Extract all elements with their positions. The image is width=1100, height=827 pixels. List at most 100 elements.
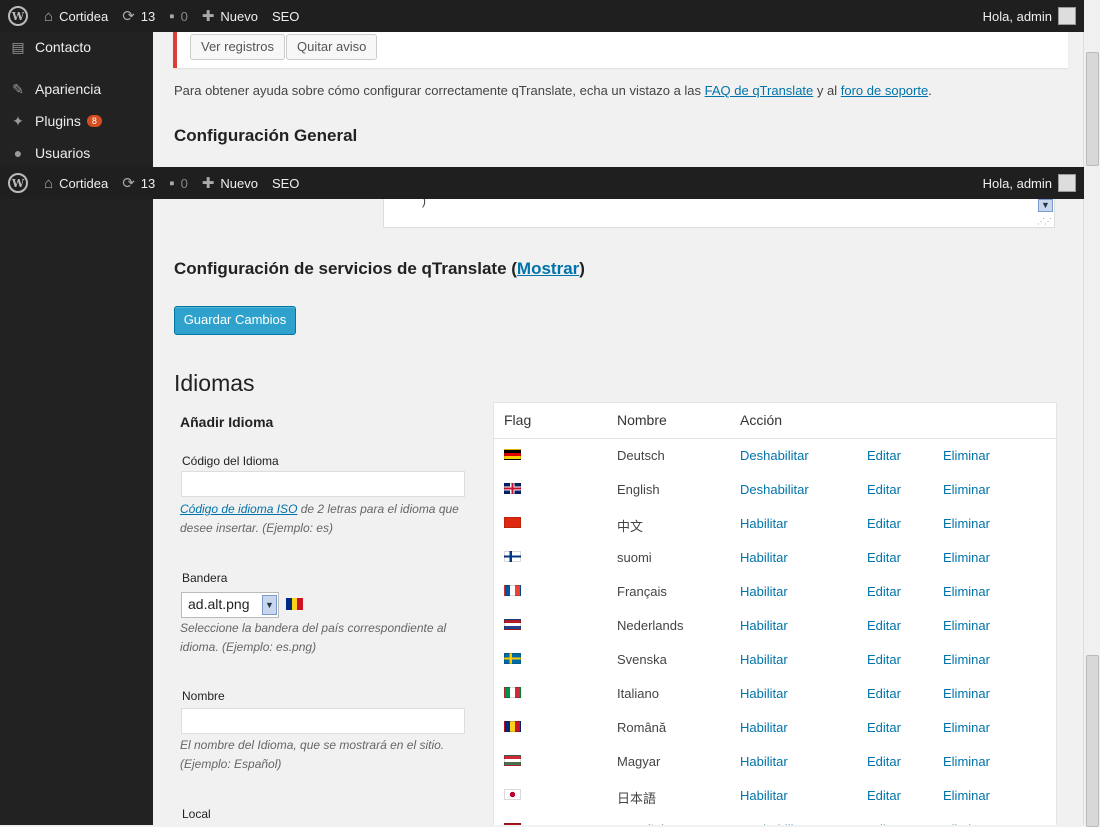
sidebar-item-label: Plugins: [35, 113, 81, 129]
toggle-language-link[interactable]: Habilitar: [740, 652, 788, 667]
languages-table: Flag Nombre Acción Deutsch Deshabilitar Ed…: [493, 402, 1057, 825]
scrollbar-top[interactable]: [1083, 0, 1100, 167]
delete-language-link[interactable]: Eliminar: [943, 618, 990, 633]
faq-link[interactable]: FAQ de qTranslate: [705, 83, 814, 98]
sidebar-item-contacto[interactable]: ▤ Contacto: [0, 31, 153, 63]
scroll-thumb[interactable]: [1086, 655, 1099, 827]
seo-link[interactable]: SEO: [272, 0, 299, 32]
edit-language-link[interactable]: Editar: [867, 754, 901, 769]
scrollbar-bottom[interactable]: [1083, 167, 1100, 827]
my-account[interactable]: Hola, admin: [983, 174, 1076, 192]
site-name-link[interactable]: ⌂ Cortidea: [44, 167, 108, 199]
delete-language-link[interactable]: Eliminar: [943, 550, 990, 565]
admin-sidebar-bottom: [0, 199, 153, 825]
resize-grip-icon[interactable]: ⋰⋰: [1037, 217, 1052, 226]
table-body: Deutsch Deshabilitar Editar Eliminar English…: [494, 439, 1056, 825]
sidebar-item-label: Usuarios: [35, 145, 91, 161]
language-name: Français: [617, 584, 667, 599]
flag-icon: [504, 755, 521, 766]
new-content-link[interactable]: ✚ Nuevo: [202, 0, 258, 32]
seo-link[interactable]: SEO: [272, 167, 299, 199]
new-content-link[interactable]: ✚ Nuevo: [202, 167, 258, 199]
iso-code-link[interactable]: Código de idioma ISO: [180, 502, 297, 516]
language-code-input[interactable]: [181, 471, 465, 497]
comments-icon: ▪: [169, 7, 175, 25]
sidebar-item-label: Contacto: [35, 39, 92, 55]
sidebar-item-apariencia[interactable]: ✎ Apariencia: [0, 73, 153, 105]
plus-icon: ✚: [201, 175, 215, 192]
edit-language-link[interactable]: Editar: [867, 448, 901, 463]
help-text: Para obtener ayuda sobre cómo configurar…: [174, 83, 932, 98]
toggle-language-link[interactable]: Habilitar: [740, 584, 788, 599]
delete-language-link[interactable]: Eliminar: [943, 482, 990, 497]
admin-bar-top: W ⌂ Cortidea ⟳ 13 ▪ 0 ✚ Nuevo SEO Hola, admi…: [0, 0, 1084, 32]
language-name: English: [617, 482, 660, 497]
toggle-language-link[interactable]: Habilitar: [740, 720, 788, 735]
edit-language-link[interactable]: Editar: [867, 686, 901, 701]
main-content: ) ▼ ⋰⋰ Configuración de servicios de qTr…: [153, 199, 1084, 825]
admin-bar-bottom: W ⌂ Cortidea ⟳ 13 ▪ 0 ✚ Nuevo SEO Hola, admi…: [0, 167, 1084, 199]
wordpress-logo-icon[interactable]: W: [8, 6, 28, 26]
col-flag: Flag: [504, 412, 532, 428]
language-name-input[interactable]: [181, 708, 465, 734]
plus-icon: ✚: [201, 8, 215, 25]
support-forum-link[interactable]: foro de soporte: [841, 83, 928, 98]
toggle-language-link[interactable]: Habilitar: [740, 686, 788, 701]
flag-preview-icon: [286, 598, 304, 610]
flag-icon: [504, 517, 521, 528]
language-name: Italiano: [617, 686, 659, 701]
language-name: Magyar: [617, 754, 661, 769]
edit-language-link[interactable]: Editar: [867, 788, 901, 803]
delete-language-link[interactable]: Eliminar: [943, 686, 990, 701]
sidebar-item-plugins[interactable]: ✦ Plugins 8: [0, 105, 153, 137]
update-count-badge: 8: [86, 115, 102, 127]
wordpress-logo-icon[interactable]: W: [8, 173, 28, 193]
delete-language-link[interactable]: Eliminar: [943, 788, 990, 803]
edit-language-link[interactable]: Editar: [867, 618, 901, 633]
updates-link[interactable]: ⟳ 13: [122, 0, 155, 32]
delete-language-link[interactable]: Eliminar: [943, 720, 990, 735]
flag-select[interactable]: ad.alt.png ▼: [181, 592, 279, 618]
edit-language-link[interactable]: Editar: [867, 584, 901, 599]
scroll-down-icon[interactable]: ▼: [1038, 199, 1053, 212]
flag-icon: [504, 789, 521, 800]
toggle-language-link[interactable]: Habilitar: [740, 550, 788, 565]
edit-language-link[interactable]: Editar: [867, 720, 901, 735]
sidebar-item-label: Apariencia: [35, 81, 102, 97]
toggle-language-link[interactable]: Habilitar: [740, 754, 788, 769]
site-name-link[interactable]: ⌂ Cortidea: [44, 0, 108, 32]
sidebar-menu: ▤ Contacto ✎ Apariencia ✦ Plugins 8 ● Usuarios: [0, 31, 153, 169]
toggle-language-link[interactable]: Habilitar: [740, 516, 788, 531]
scroll-thumb[interactable]: [1086, 52, 1099, 166]
sidebar-item-usuarios[interactable]: ● Usuarios: [0, 137, 153, 169]
edit-language-link[interactable]: Editar: [867, 516, 901, 531]
view-log-button[interactable]: Ver registros: [190, 34, 285, 60]
flag-label: Bandera: [182, 571, 228, 585]
toggle-language-link[interactable]: Deshabilitar: [740, 482, 809, 497]
general-settings-heading: Configuración General: [174, 126, 358, 145]
delete-language-link[interactable]: Eliminar: [943, 652, 990, 667]
edit-language-link[interactable]: Editar: [867, 482, 901, 497]
table-row: 日本語 Habilitar Editar Eliminar: [494, 779, 1056, 813]
table-row: Nederlands Habilitar Editar Eliminar: [494, 609, 1056, 643]
toggle-language-link[interactable]: Habilitar: [740, 788, 788, 803]
delete-language-link[interactable]: Eliminar: [943, 584, 990, 599]
show-services-link[interactable]: Mostrar: [517, 259, 579, 278]
my-account[interactable]: Hola, admin: [983, 7, 1076, 25]
flag-icon: [504, 619, 521, 630]
delete-language-link[interactable]: Eliminar: [943, 516, 990, 531]
toggle-language-link[interactable]: Habilitar: [740, 618, 788, 633]
edit-language-link[interactable]: Editar: [867, 652, 901, 667]
toggle-language-link[interactable]: Deshabilitar: [740, 448, 809, 463]
comments-link[interactable]: ▪ 0: [169, 167, 188, 199]
remove-notice-button[interactable]: Quitar aviso: [286, 34, 378, 60]
delete-language-link[interactable]: Eliminar: [943, 448, 990, 463]
edit-language-link[interactable]: Editar: [867, 550, 901, 565]
save-changes-button[interactable]: Guardar Cambios: [174, 306, 296, 335]
delete-language-link[interactable]: Eliminar: [943, 754, 990, 769]
updates-link[interactable]: ⟳ 13: [122, 167, 155, 199]
comments-link[interactable]: ▪ 0: [169, 0, 188, 32]
language-name: Nederlands: [617, 618, 684, 633]
config-textarea[interactable]: ) ▼ ⋰⋰: [383, 199, 1055, 228]
language-name: Română: [617, 720, 667, 735]
